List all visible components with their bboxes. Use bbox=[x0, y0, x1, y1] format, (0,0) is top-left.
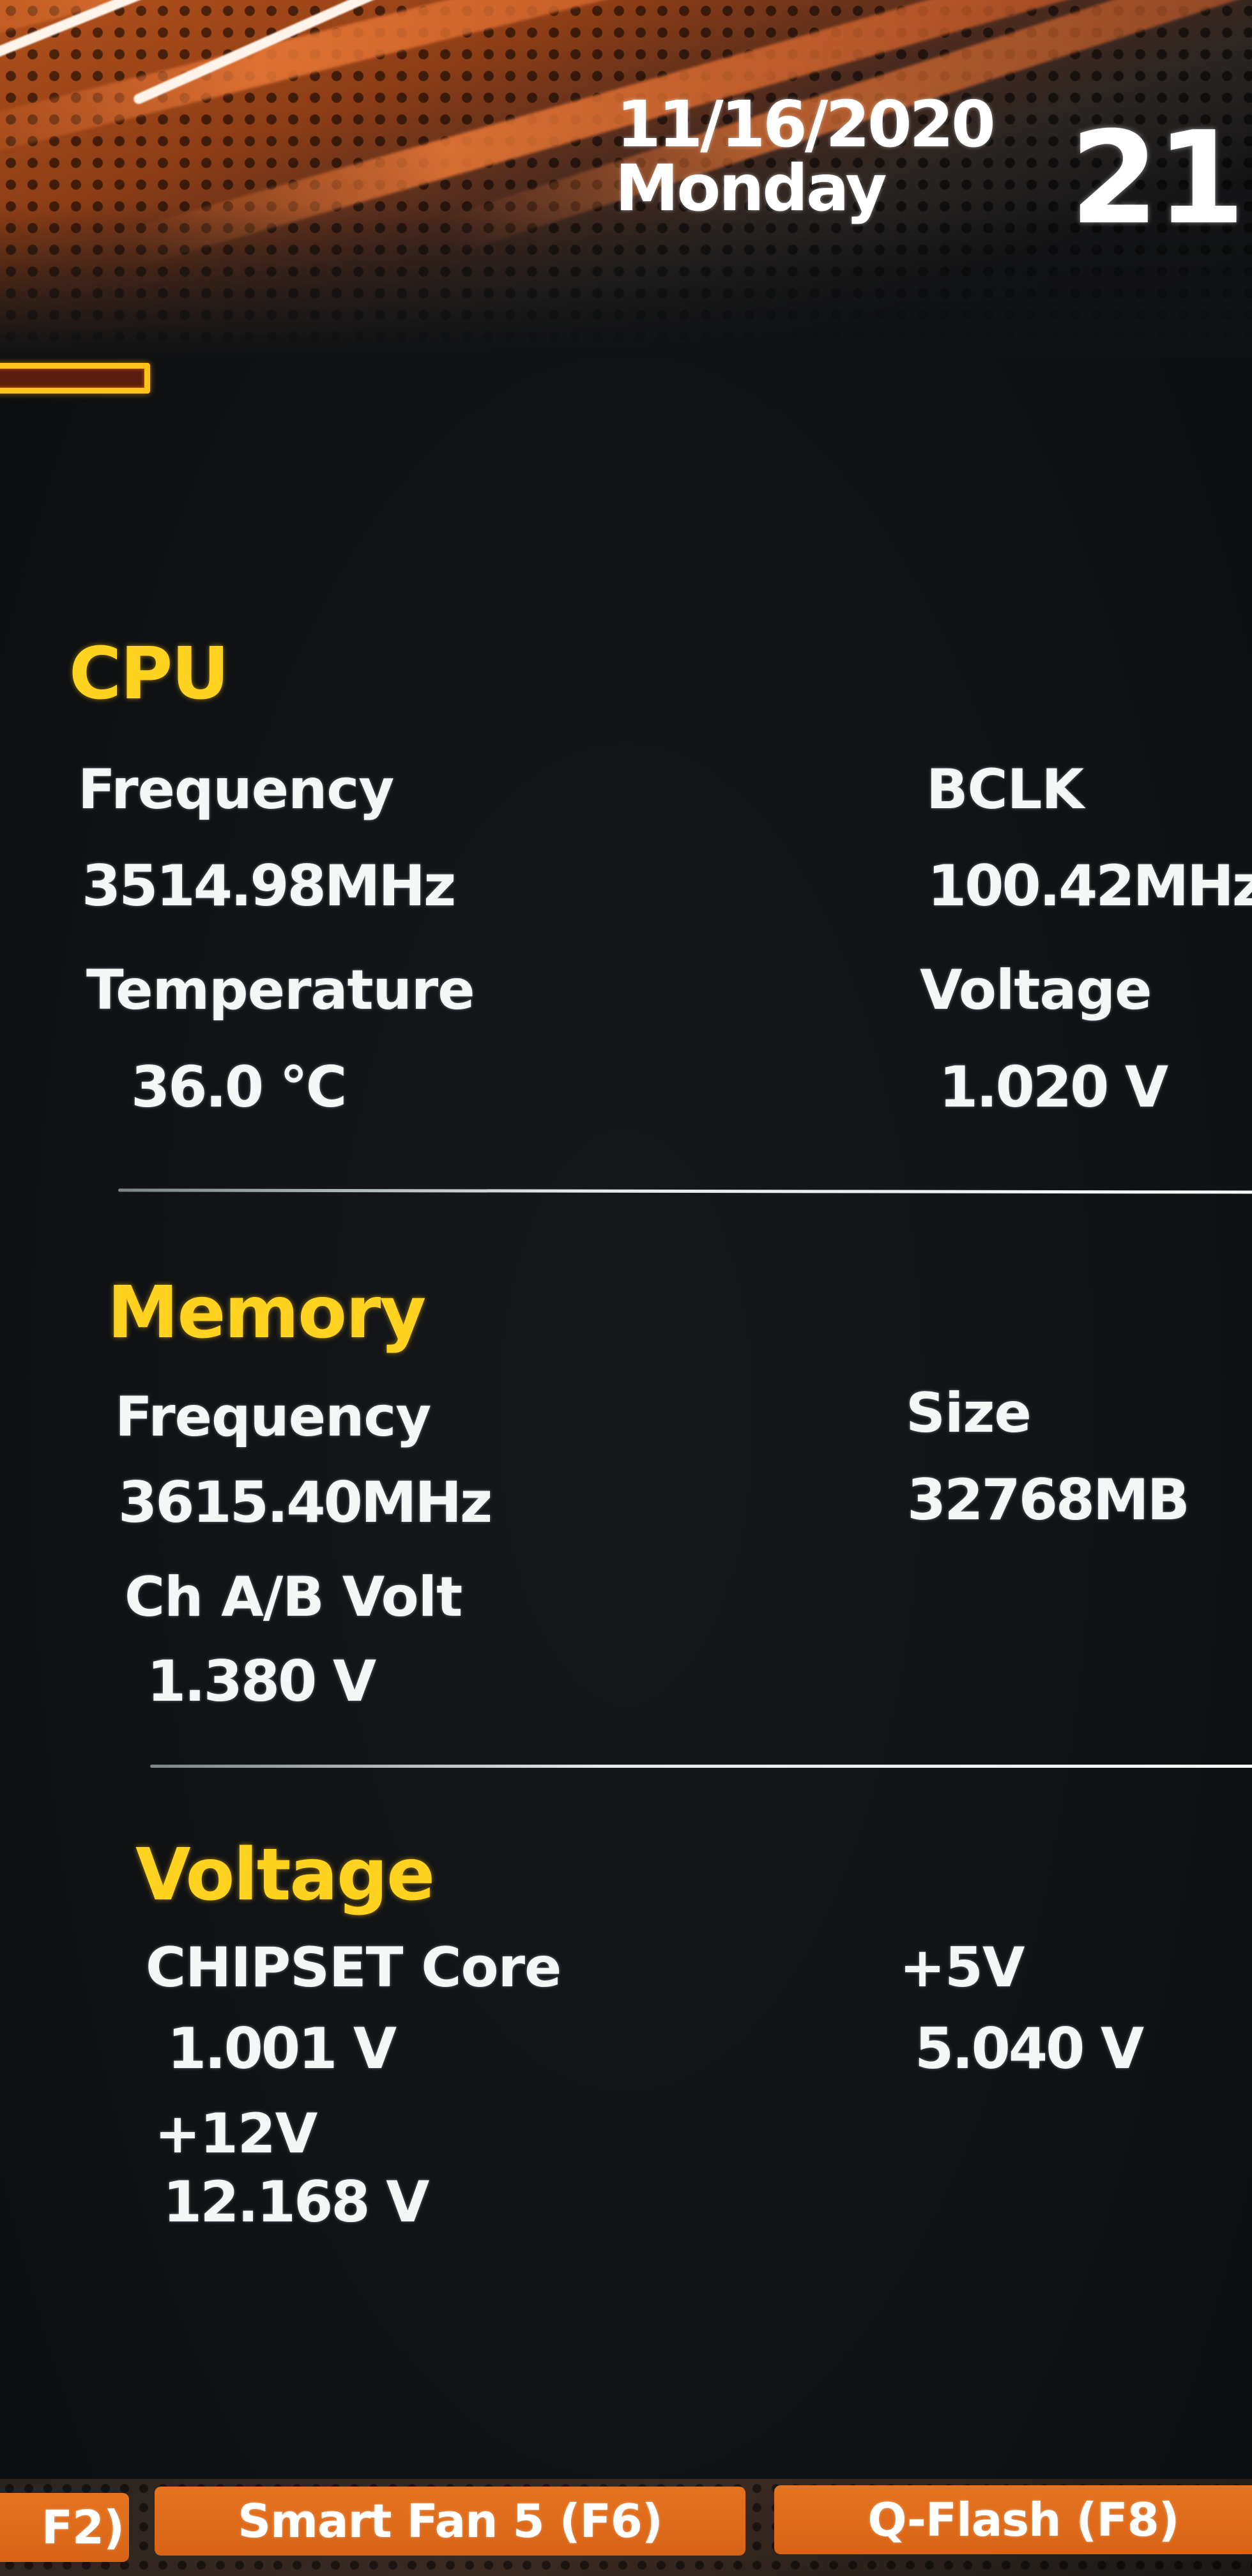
memory-section-title: Memory bbox=[107, 1271, 426, 1354]
fkey-f2-button[interactable]: F2) bbox=[0, 2493, 129, 2562]
q-flash-label: Q-Flash (F8) bbox=[867, 2493, 1179, 2547]
bclk-label: BCLK bbox=[926, 758, 1084, 822]
ch-ab-volt-label: Ch A/B Volt bbox=[125, 1565, 462, 1629]
fkey-f2-label: F2) bbox=[41, 2501, 125, 2554]
plus-12v-label: +12V bbox=[155, 2102, 317, 2166]
plus-5v-label: +5V bbox=[899, 1936, 1025, 2000]
cpu-frequency-label: Frequency bbox=[78, 758, 394, 822]
bios-hardware-monitor: 11/16/2020 Monday 21 CPU Frequency 3514.… bbox=[0, 0, 1252, 2576]
chipset-core-label: CHIPSET Core bbox=[146, 1936, 561, 2000]
clock-display: 21 bbox=[1070, 104, 1245, 253]
cpu-voltage-value: 1.020 V bbox=[939, 1054, 1168, 1120]
section-divider bbox=[150, 1765, 1252, 1768]
date-display: 11/16/2020 Monday bbox=[615, 87, 996, 226]
weekday-text: Monday bbox=[615, 151, 887, 226]
q-flash-button[interactable]: Q-Flash (F8) bbox=[774, 2485, 1252, 2554]
memory-frequency-label: Frequency bbox=[115, 1385, 431, 1449]
memory-size-label: Size bbox=[906, 1381, 1032, 1445]
cpu-temperature-value: 36.0 °C bbox=[131, 1054, 347, 1120]
smart-fan-5-label: Smart Fan 5 (F6) bbox=[238, 2494, 663, 2548]
memory-size-value: 32768MB bbox=[907, 1467, 1190, 1533]
cpu-voltage-label: Voltage bbox=[920, 958, 1152, 1022]
plus-12v-value: 12.168 V bbox=[163, 2169, 429, 2235]
ch-ab-volt-value: 1.380 V bbox=[147, 1648, 376, 1714]
cpu-section-title: CPU bbox=[69, 632, 229, 716]
bclk-value: 100.42MHz bbox=[928, 853, 1252, 919]
section-divider bbox=[118, 1188, 1252, 1194]
function-key-bar: F2) Smart Fan 5 (F6) Q-Flash (F8) bbox=[0, 2479, 1252, 2576]
chipset-core-value: 1.001 V bbox=[167, 2016, 397, 2082]
memory-frequency-value: 3615.40MHz bbox=[118, 1469, 492, 1535]
banner-fade bbox=[0, 204, 1252, 358]
cpu-frequency-value: 3514.98MHz bbox=[82, 853, 456, 919]
date-text: 11/16/2020 bbox=[616, 87, 996, 162]
cpu-temperature-label: Temperature bbox=[86, 958, 475, 1022]
smart-fan-5-button[interactable]: Smart Fan 5 (F6) bbox=[155, 2487, 745, 2556]
plus-5v-value: 5.040 V bbox=[915, 2016, 1144, 2082]
active-tab-indicator[interactable] bbox=[0, 363, 150, 394]
voltage-section-title: Voltage bbox=[135, 1834, 435, 1917]
